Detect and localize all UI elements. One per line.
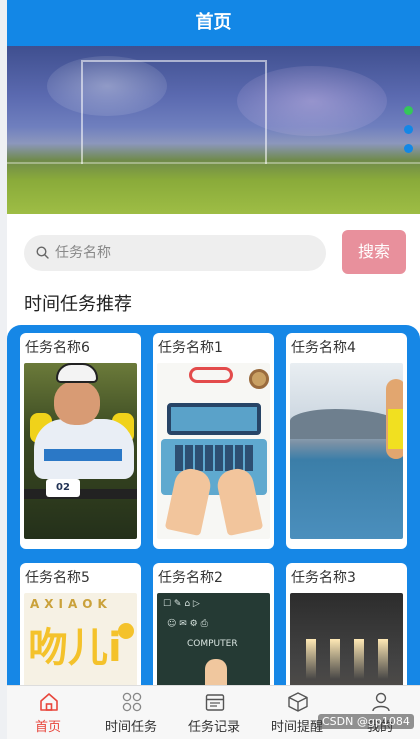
- carousel-indicators: [404, 106, 414, 163]
- bottom-tab-bar: 首页 时间任务 任务记录 时间提醒 我的: [7, 685, 420, 739]
- search-button[interactable]: 搜索: [342, 230, 406, 274]
- page-header: 首页: [7, 0, 420, 46]
- tab-label: 首页: [34, 720, 61, 735]
- tab-time-reminder[interactable]: 时间提醒: [256, 686, 338, 739]
- page-title: 首页: [195, 12, 232, 33]
- task-card-title: 任务名称2: [158, 570, 223, 586]
- search-placeholder: 任务名称: [55, 245, 111, 261]
- carousel-dot-active[interactable]: [404, 106, 413, 115]
- search-icon: [36, 246, 49, 259]
- carousel-dot[interactable]: [404, 125, 413, 134]
- hall-image: [290, 593, 403, 685]
- calendar-icon: [205, 694, 225, 711]
- cyclist-image: 02: [24, 363, 137, 539]
- task-card[interactable]: 任务名称4: [286, 333, 407, 549]
- poster-brand: AXIAOK: [30, 597, 112, 611]
- tab-home[interactable]: 首页: [7, 686, 89, 739]
- task-card-title: 任务名称5: [25, 570, 90, 586]
- box-icon: [288, 692, 308, 712]
- task-card[interactable]: 任务名称5 AXIAOK 吻儿i: [20, 563, 141, 685]
- task-card[interactable]: 任务名称2 ☐ ✎ ⌂ ▷ ☺ ✉ ⚙ ⎙ COMPUTER: [153, 563, 274, 685]
- task-grid: 任务名称6 02 任务名称1 任务名称4 任务名称5 AXIAOK 吻儿i 任务…: [7, 325, 420, 685]
- task-card[interactable]: 任务名称3: [286, 563, 407, 685]
- user-icon: [372, 692, 390, 712]
- task-card-title: 任务名称1: [158, 340, 223, 356]
- task-card-title: 任务名称4: [291, 340, 356, 356]
- task-card-title: 任务名称6: [25, 340, 90, 356]
- poster-image: AXIAOK 吻儿i: [24, 593, 137, 685]
- chalkboard-image: ☐ ✎ ⌂ ▷ ☺ ✉ ⚙ ⎙ COMPUTER: [157, 593, 270, 685]
- tab-label: 任务记录: [187, 720, 240, 735]
- goal-frame: [81, 60, 267, 164]
- carousel-dot[interactable]: [404, 144, 413, 153]
- tab-label: 时间任务: [104, 720, 157, 735]
- task-card[interactable]: 任务名称1: [153, 333, 274, 549]
- search-input[interactable]: 任务名称: [24, 235, 326, 271]
- grid-icon: [122, 692, 142, 712]
- watermark: CSDN @gp1084: [318, 714, 414, 729]
- tab-task-records[interactable]: 任务记录: [173, 686, 255, 739]
- laptop-image: [157, 363, 270, 539]
- home-icon: [40, 693, 58, 711]
- section-title: 时间任务推荐: [24, 294, 132, 315]
- left-edge-strip: [0, 0, 7, 739]
- tab-profile[interactable]: 我的: [339, 686, 420, 739]
- banner-carousel[interactable]: [7, 46, 420, 214]
- task-card[interactable]: 任务名称6 02: [20, 333, 141, 549]
- search-row: 任务名称 搜索: [7, 214, 420, 282]
- runner-image: [290, 363, 403, 539]
- task-card-title: 任务名称3: [291, 570, 356, 586]
- field-line: [7, 162, 420, 164]
- tab-time-tasks[interactable]: 时间任务: [90, 686, 172, 739]
